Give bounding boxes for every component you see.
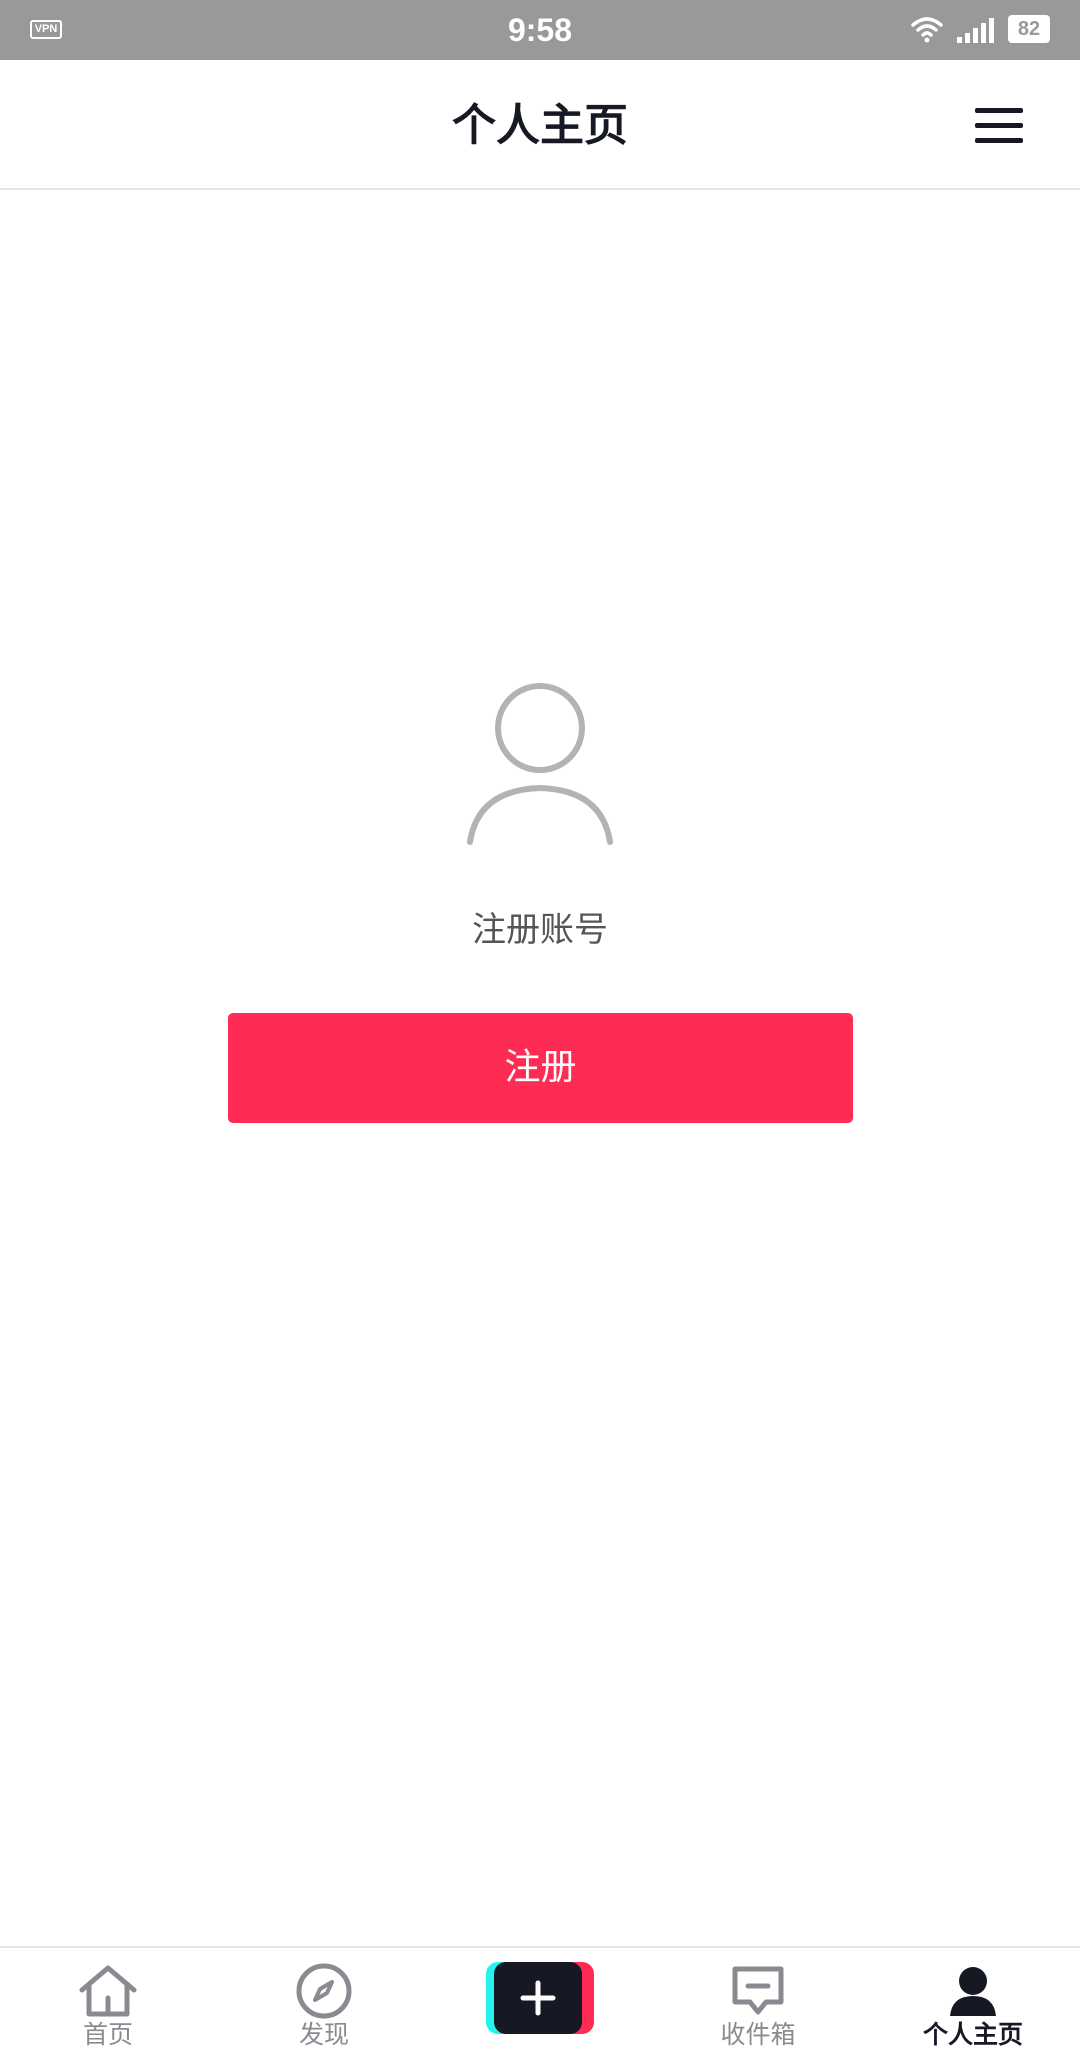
page-title: 个人主页	[452, 100, 628, 151]
create-plus-icon[interactable]	[486, 1962, 594, 2034]
nav-item-home[interactable]: 首页	[50, 1948, 166, 2060]
plus-icon	[520, 1980, 556, 2016]
nav-item-inbox[interactable]: 收件箱	[700, 1948, 816, 2060]
status-bar: VPN 9:58 82	[0, 0, 1080, 60]
nav-label-profile: 个人主页	[922, 2020, 1023, 2049]
user-placeholder-icon	[467, 683, 613, 845]
nav-item-profile[interactable]: 个人主页	[910, 1948, 1036, 2060]
bottom-nav: 首页 发现 收件箱 个人主页	[0, 1946, 1080, 2060]
wifi-icon	[911, 17, 943, 43]
nav-label-home: 首页	[82, 2020, 133, 2049]
inbox-message-icon	[732, 1966, 784, 2015]
page-header: 个人主页	[0, 60, 1080, 190]
register-button[interactable]: 注册	[228, 1013, 853, 1123]
profile-icon	[950, 1967, 996, 2016]
compass-icon	[296, 1963, 352, 2019]
nav-item-discover[interactable]: 发现	[266, 1948, 382, 2060]
home-icon	[79, 1965, 137, 2017]
hamburger-menu-icon[interactable]	[972, 100, 1026, 150]
nav-label-discover: 发现	[298, 2020, 349, 2049]
profile-screen: VPN 9:58 82 个人主页 注册账号 注册 首页 发现 收件箱 个人主页	[0, 0, 1080, 2060]
signal-icon	[957, 18, 994, 43]
battery-indicator: 82	[1008, 15, 1050, 43]
register-hint: 注册账号	[472, 910, 608, 950]
nav-label-inbox: 收件箱	[720, 2020, 796, 2049]
